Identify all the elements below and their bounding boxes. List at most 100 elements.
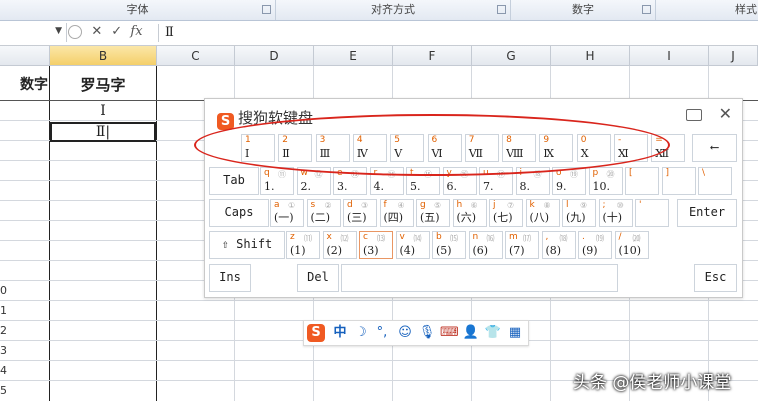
key-g[interactable]: g ⑤ (五) bbox=[416, 199, 450, 227]
key-'[interactable]: ' bbox=[635, 199, 669, 227]
tab-key[interactable]: Tab bbox=[209, 167, 259, 195]
column-header-a[interactable] bbox=[0, 46, 50, 66]
key-label: Tab bbox=[223, 173, 245, 187]
key-bottom-char: 7. bbox=[483, 180, 494, 193]
column-header-f[interactable]: F bbox=[393, 46, 472, 66]
key-bottom-char: 5. bbox=[410, 180, 421, 193]
cell-b-roman-1[interactable]: Ⅰ bbox=[50, 103, 156, 119]
ribbon-group-font[interactable]: 字体 bbox=[0, 0, 276, 20]
key-f[interactable]: f ④ (四) bbox=[379, 199, 414, 227]
key-label: Caps bbox=[224, 205, 254, 219]
ribbon-group-styles[interactable]: 样式 bbox=[656, 0, 758, 20]
key-b[interactable]: b ⒂ (5) bbox=[432, 231, 466, 259]
key-q[interactable]: q ⑪ 1. bbox=[260, 167, 294, 195]
key-/[interactable]: / ⒇ (10) bbox=[614, 231, 649, 259]
header-cell-roman[interactable]: 罗马字 bbox=[50, 74, 156, 95]
ribbon-group-alignment[interactable]: 对齐方式 bbox=[276, 0, 511, 20]
formula-bar: ▼ ✕ ✓ fx Ⅱ bbox=[0, 21, 758, 46]
column-header-h[interactable]: H bbox=[551, 46, 630, 66]
column-header-d[interactable]: D bbox=[235, 46, 314, 66]
column-header-i[interactable]: I bbox=[630, 46, 709, 66]
key-j[interactable]: j ⑦ (七) bbox=[489, 199, 523, 227]
key-circled-char: ⒄ bbox=[523, 234, 531, 243]
emoji-icon[interactable]: ☺ bbox=[396, 324, 414, 342]
space-key[interactable] bbox=[341, 264, 618, 292]
key-circled-char: ⒅ bbox=[559, 234, 568, 243]
row-label: 1 bbox=[0, 304, 7, 317]
microphone-icon[interactable]: 🎙 bbox=[418, 324, 436, 342]
backspace-key[interactable]: ⟵ bbox=[692, 134, 737, 162]
key-circled-char: ⒁ bbox=[413, 234, 422, 243]
chevron-down-icon[interactable]: ▼ bbox=[55, 26, 62, 36]
key-bottom-char: 1. bbox=[264, 180, 275, 193]
dialog-launcher-icon[interactable] bbox=[262, 5, 271, 14]
key-bottom-char: (七) bbox=[493, 211, 513, 224]
sogou-logo-icon[interactable]: S bbox=[307, 324, 325, 342]
enter-icon[interactable]: ✓ bbox=[109, 24, 125, 39]
key-;[interactable]: ; ⑩ (十) bbox=[598, 199, 633, 227]
cancel-icon[interactable]: ✕ bbox=[89, 24, 105, 39]
dialog-launcher-icon[interactable] bbox=[642, 5, 651, 14]
dialog-launcher-icon[interactable] bbox=[497, 5, 506, 14]
key-z[interactable]: z ⑾ (1) bbox=[286, 231, 320, 259]
caps-key[interactable]: Caps bbox=[209, 199, 269, 227]
column-header-b[interactable]: B bbox=[50, 46, 157, 66]
key-top-char: c bbox=[363, 232, 368, 242]
column-header-e[interactable]: E bbox=[314, 46, 393, 66]
row-label: 3 bbox=[0, 344, 7, 357]
key-x[interactable]: x ⑿ (2) bbox=[322, 231, 357, 259]
close-icon[interactable]: ✕ bbox=[719, 104, 732, 123]
column-header-j[interactable]: J bbox=[709, 46, 758, 66]
key-circled-char: ⑪ bbox=[278, 170, 286, 179]
key-s[interactable]: s ② (二) bbox=[306, 199, 341, 227]
key-v[interactable]: v ⒁ (4) bbox=[395, 231, 430, 259]
key-bottom-char: (四) bbox=[383, 211, 404, 224]
chinese-mode-icon[interactable]: 中 bbox=[331, 324, 349, 342]
key-][interactable]: ] bbox=[661, 167, 696, 195]
key-[[interactable]: [ bbox=[625, 167, 659, 195]
ime-toolbar[interactable]: S 中 ☽ °, ☺ 🎙 ⌨ 👤 👕 ▦ bbox=[303, 320, 529, 346]
soft-keyboard-icon[interactable]: ⌨ bbox=[440, 324, 459, 342]
key-c[interactable]: c ⒀ (3) bbox=[359, 231, 393, 259]
header-cell-number[interactable]: 数字 bbox=[0, 74, 48, 94]
key-top-char: p bbox=[592, 168, 599, 178]
key-p[interactable]: p ⑳ 10. bbox=[588, 167, 623, 195]
toolbox-icon[interactable]: ▦ bbox=[506, 324, 524, 342]
skin-icon[interactable]: 👕 bbox=[484, 324, 502, 342]
enter-key[interactable]: Enter bbox=[677, 199, 737, 227]
key-\[interactable]: \ bbox=[698, 167, 732, 195]
formula-input[interactable]: Ⅱ bbox=[158, 24, 174, 42]
ins-key[interactable]: Ins bbox=[209, 264, 251, 292]
key-circled-char: ⒇ bbox=[632, 234, 641, 243]
key-bottom-char: (一) bbox=[274, 211, 294, 224]
key-n[interactable]: n ⒃ (6) bbox=[468, 231, 503, 259]
del-key[interactable]: Del bbox=[297, 264, 339, 292]
key-,[interactable]: , ⒅ (8) bbox=[541, 231, 576, 259]
key-bottom-char: (5) bbox=[436, 244, 452, 257]
key-a[interactable]: a ① (一) bbox=[270, 199, 304, 227]
keyboard-icon[interactable] bbox=[686, 109, 702, 121]
key-h[interactable]: h ⑥ (六) bbox=[452, 199, 487, 227]
moon-icon[interactable]: ☽ bbox=[352, 324, 370, 342]
key-l[interactable]: l ⑨ (九) bbox=[562, 199, 596, 227]
punctuation-icon[interactable]: °, bbox=[373, 324, 391, 342]
key-.[interactable]: . ⒆ (9) bbox=[578, 231, 612, 259]
key-top-char: . bbox=[582, 232, 585, 242]
key-bottom-char: (4) bbox=[399, 244, 416, 257]
key-d[interactable]: d ③ (三) bbox=[343, 199, 377, 227]
name-box[interactable]: ▼ bbox=[0, 23, 67, 42]
esc-key[interactable]: Esc bbox=[694, 264, 737, 292]
key-top-char: , bbox=[545, 232, 549, 242]
user-icon[interactable]: 👤 bbox=[462, 324, 480, 342]
active-cell-b-roman-2[interactable]: Ⅱ| bbox=[50, 122, 156, 142]
key-label: ⟵ bbox=[710, 140, 719, 154]
key-m[interactable]: m ⒄ (7) bbox=[505, 231, 539, 259]
ribbon-group-number[interactable]: 数字 bbox=[511, 0, 656, 20]
fx-icon[interactable]: fx bbox=[128, 24, 144, 39]
key-bottom-char: 8. bbox=[519, 180, 531, 193]
column-header-c[interactable]: C bbox=[157, 46, 235, 66]
column-header-g[interactable]: G bbox=[472, 46, 551, 66]
shift-key[interactable]: ⇧ Shift bbox=[209, 231, 285, 259]
key-top-char: n bbox=[472, 232, 479, 242]
key-k[interactable]: k ⑧ (八) bbox=[525, 199, 560, 227]
